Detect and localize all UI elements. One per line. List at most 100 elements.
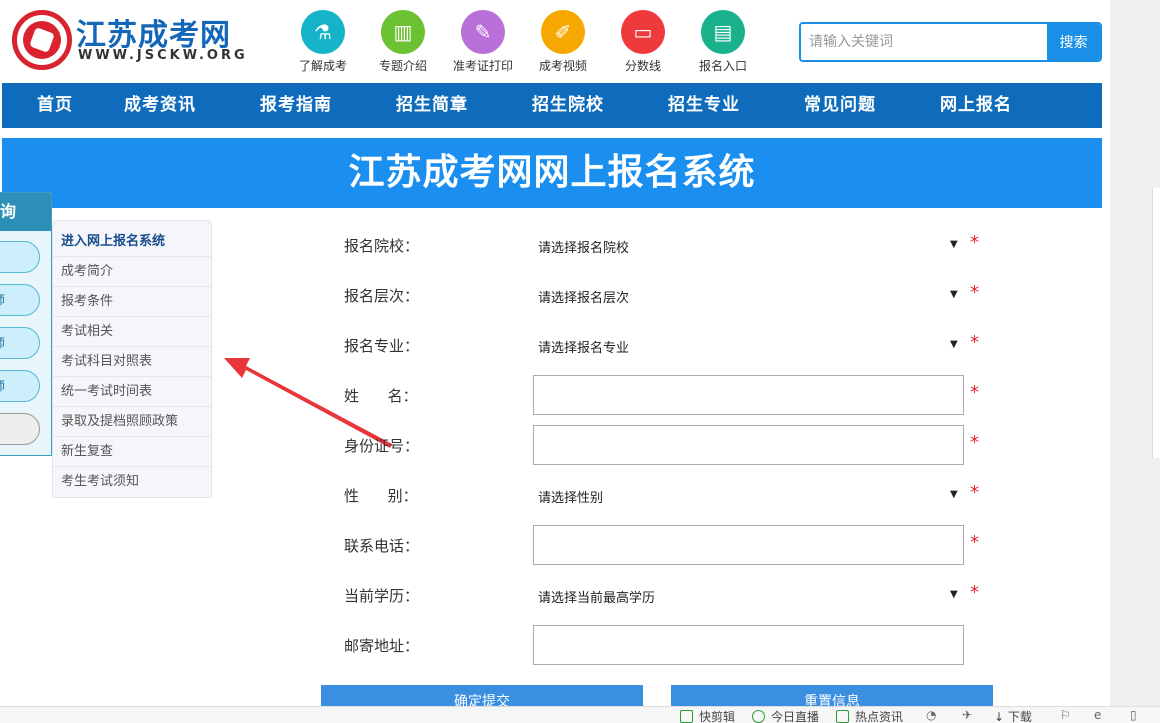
right-scroll-area xyxy=(1110,0,1160,706)
ticket-icon: ✎ xyxy=(461,10,505,54)
tools-icon[interactable]: ✈ xyxy=(962,708,972,722)
required-mark: * xyxy=(970,582,979,603)
quick-link-label: 了解成考 xyxy=(298,59,347,73)
statusbar-download[interactable]: ↓ 下载 xyxy=(994,708,1032,723)
address-field[interactable] xyxy=(533,625,964,665)
quick-link-video[interactable]: ✐ 成考视频 xyxy=(528,10,598,74)
select-education[interactable]: 请选择当前最高学历 xyxy=(538,587,655,606)
required-mark: * xyxy=(970,432,979,453)
label-education: 当前学历： xyxy=(344,587,420,605)
select-level[interactable]: 请选择报名层次 xyxy=(538,287,629,306)
browser-status-bar: 快剪辑 今日直播 热点资讯 ◔ ✈ ↓ 下载 ⚐ e ▯ xyxy=(0,706,1160,723)
quick-link-score-line[interactable]: ▭ 分数线 xyxy=(608,10,678,74)
menu-item-recheck[interactable]: 新生复查 xyxy=(53,437,211,467)
menu-item-subject-table[interactable]: 考试科目对照表 xyxy=(53,347,211,377)
nav-colleges[interactable]: 招生院校 xyxy=(532,83,604,128)
label-id-number: 身份证号： xyxy=(344,437,420,455)
quick-link-topics[interactable]: ▥ 专题介绍 xyxy=(368,10,438,74)
name-field[interactable] xyxy=(533,375,964,415)
chevron-down-icon[interactable]: ▼ xyxy=(950,589,958,600)
statusbar-label: 快剪辑 xyxy=(699,710,736,723)
float-pill-button[interactable]: 师 xyxy=(0,327,40,359)
page-title: 江苏成考网网上报名系统 xyxy=(2,138,1102,208)
label-gender: 性 别： xyxy=(344,487,418,505)
nav-online-registration[interactable]: 网上报名 xyxy=(940,83,1012,128)
quick-link-label: 专题介绍 xyxy=(378,59,427,73)
logo-emblem-icon xyxy=(23,21,61,59)
float-pill-button[interactable] xyxy=(0,413,40,445)
label-name: 姓 名： xyxy=(344,387,418,405)
menu-item-admission-policy[interactable]: 录取及提档照顾政策 xyxy=(53,407,211,437)
float-pill-button[interactable]: 师 xyxy=(0,370,40,402)
phone-field[interactable] xyxy=(533,525,964,565)
menu-item-exam-schedule[interactable]: 统一考试时间表 xyxy=(53,377,211,407)
required-mark: * xyxy=(970,282,979,303)
required-mark: * xyxy=(970,232,979,253)
clipboard-icon: ▤ xyxy=(701,10,745,54)
quick-link-admission-ticket[interactable]: ✎ 准考证打印 xyxy=(448,10,518,74)
label-phone: 联系电话： xyxy=(344,537,420,555)
quick-link-label: 报名入口 xyxy=(698,59,747,73)
nav-faq[interactable]: 常见问题 xyxy=(804,83,876,128)
speed-icon[interactable]: ◔ xyxy=(926,708,936,722)
float-panel-title: 询 xyxy=(0,193,51,231)
right-float-edge xyxy=(1152,188,1160,458)
window-icon[interactable]: ▯ xyxy=(1130,708,1137,722)
required-mark: * xyxy=(970,532,979,553)
label-level: 报名层次： xyxy=(344,287,420,305)
nav-news[interactable]: 成考资讯 xyxy=(124,83,196,128)
quick-link-registration[interactable]: ▤ 报名入口 xyxy=(688,10,758,74)
nav-guide[interactable]: 报考指南 xyxy=(260,83,332,128)
quick-link-label: 分数线 xyxy=(624,59,661,73)
statusbar-clip[interactable]: 快剪辑 xyxy=(680,708,735,723)
label-address: 邮寄地址： xyxy=(344,637,420,655)
statusbar-label: 今日直播 xyxy=(771,710,820,723)
site-domain: WWW.JSCKW.ORG xyxy=(78,48,248,63)
id-number-field[interactable] xyxy=(533,425,964,465)
chevron-down-icon[interactable]: ▼ xyxy=(950,289,958,300)
menu-item-exam-related[interactable]: 考试相关 xyxy=(53,317,211,347)
quick-link-learn[interactable]: ⚗ 了解成考 xyxy=(288,10,358,74)
nav-majors[interactable]: 招生专业 xyxy=(668,83,740,128)
building-icon: ▥ xyxy=(381,10,425,54)
video-icon: ✐ xyxy=(541,10,585,54)
nav-home[interactable]: 首页 xyxy=(37,83,73,128)
select-major[interactable]: 请选择报名专业 xyxy=(538,337,629,356)
live-play-icon xyxy=(752,710,765,723)
nav-brochure[interactable]: 招生简章 xyxy=(396,83,468,128)
search-button[interactable]: 搜索 xyxy=(1047,24,1100,60)
required-mark: * xyxy=(970,382,979,403)
statusbar-label: 下载 xyxy=(1007,710,1032,723)
required-mark: * xyxy=(970,332,979,353)
float-query-panel: 询 师 师 师 xyxy=(0,192,52,456)
required-mark: * xyxy=(970,482,979,503)
menu-item-exam-notice[interactable]: 考生考试须知 xyxy=(53,467,211,497)
site-logo[interactable] xyxy=(12,10,72,70)
flask-icon: ⚗ xyxy=(301,10,345,54)
search-input[interactable] xyxy=(801,24,1049,60)
menu-item-online-registration[interactable]: 进入网上报名系统 xyxy=(53,227,211,257)
quick-link-label: 成考视频 xyxy=(538,59,587,73)
statusbar-label: 热点资讯 xyxy=(855,710,904,723)
chevron-down-icon[interactable]: ▼ xyxy=(950,489,958,500)
menu-item-intro[interactable]: 成考简介 xyxy=(53,257,211,287)
ie-icon[interactable]: e xyxy=(1094,708,1101,722)
label-college: 报名院校： xyxy=(344,237,420,255)
chevron-down-icon[interactable]: ▼ xyxy=(950,239,958,250)
monitor-icon: ▭ xyxy=(621,10,665,54)
main-nav: 首页 成考资讯 报考指南 招生简章 招生院校 招生专业 常见问题 网上报名 xyxy=(2,83,1102,128)
float-pill-button[interactable]: 师 xyxy=(0,284,40,316)
select-college[interactable]: 请选择报名院校 xyxy=(538,237,629,256)
quick-link-label: 准考证打印 xyxy=(452,59,513,73)
side-menu: 进入网上报名系统 成考简介 报考条件 考试相关 考试科目对照表 统一考试时间表 … xyxy=(52,220,212,498)
chevron-down-icon[interactable]: ▼ xyxy=(950,339,958,350)
label-major: 报名专业： xyxy=(344,337,420,355)
flag-icon[interactable]: ⚐ xyxy=(1060,708,1071,722)
statusbar-news[interactable]: 热点资讯 xyxy=(836,708,903,723)
news-icon xyxy=(836,710,849,723)
statusbar-live[interactable]: 今日直播 xyxy=(752,708,819,723)
float-pill-button[interactable] xyxy=(0,241,40,273)
menu-item-conditions[interactable]: 报考条件 xyxy=(53,287,211,317)
site-header: 江苏成考网 WWW.JSCKW.ORG ⚗ 了解成考 ▥ 专题介绍 ✎ 准考证打… xyxy=(0,0,1110,80)
select-gender[interactable]: 请选择性别 xyxy=(538,487,603,506)
